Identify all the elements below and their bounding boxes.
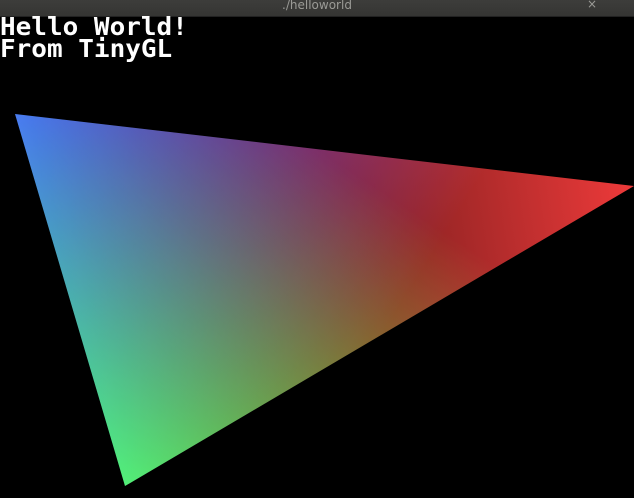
triangle-green-vertex	[15, 114, 634, 486]
from-tinygl-text: From TinyGL	[0, 35, 173, 64]
application-window: ./helloworld × Hello World! From TinyGL	[0, 0, 634, 498]
triangle-canvas	[15, 114, 634, 486]
close-icon[interactable]: ×	[585, 0, 599, 11]
window-title: ./helloworld	[282, 0, 352, 12]
gl-viewport[interactable]: Hello World! From TinyGL	[0, 15, 634, 498]
